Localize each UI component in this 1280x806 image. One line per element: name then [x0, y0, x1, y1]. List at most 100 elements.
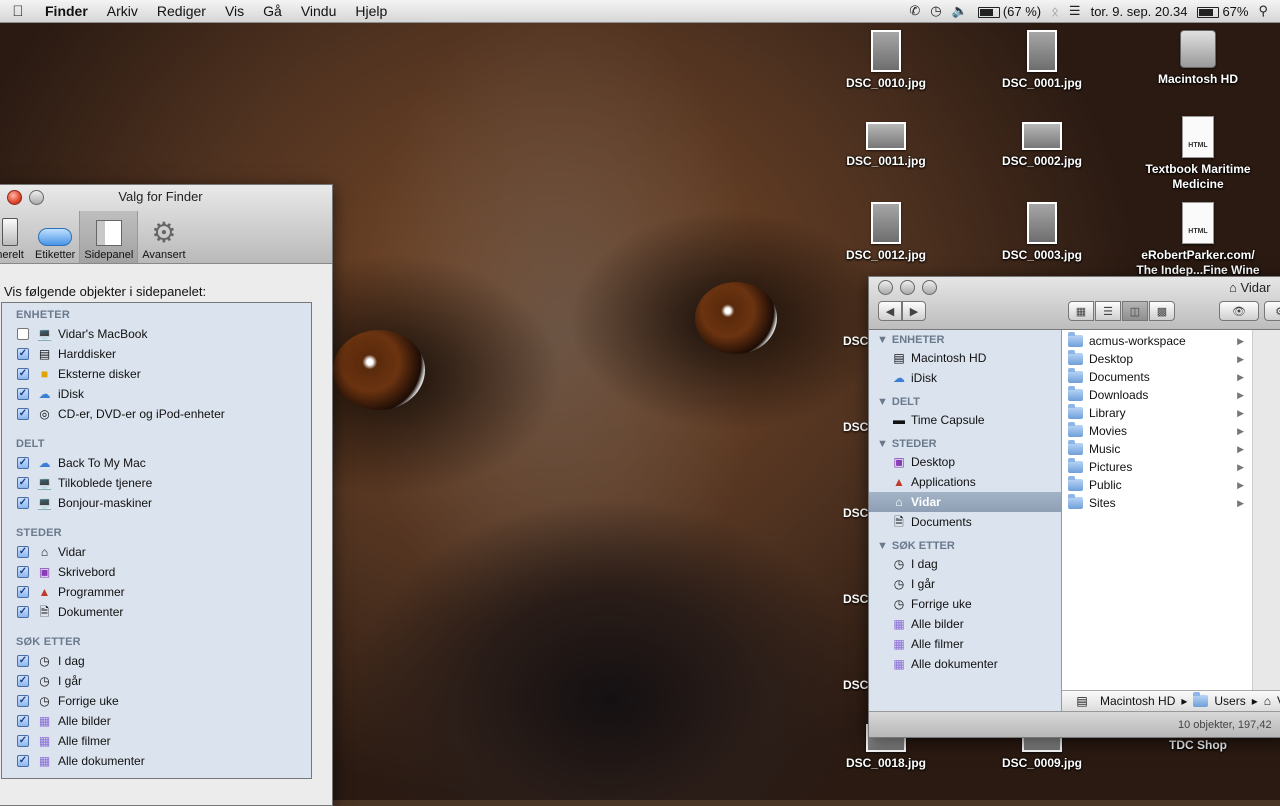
- clock[interactable]: tor. 9. sep. 20.34: [1091, 4, 1188, 19]
- folder-row[interactable]: Public ▶: [1062, 476, 1252, 494]
- sidebar-item-idisk[interactable]: ☁ iDisk: [869, 368, 1061, 388]
- tab-sidebar[interactable]: Sidepanel: [79, 211, 139, 263]
- tab-advanced[interactable]: ⚙ Avansert: [138, 211, 189, 263]
- option-row[interactable]: ✓ ◷ Forrige uke: [2, 691, 311, 711]
- sidebar-section[interactable]: ▼ DELT: [877, 396, 1061, 408]
- checkbox[interactable]: ✓: [17, 457, 29, 469]
- folder-row[interactable]: acmus-workspace ▶: [1062, 332, 1252, 350]
- phone-icon[interactable]: ✆: [909, 3, 920, 19]
- sidebar-item-all-images[interactable]: ▦ Alle bilder: [869, 614, 1061, 634]
- back-button[interactable]: ◀: [878, 301, 902, 321]
- checkbox[interactable]: [17, 328, 29, 340]
- folder-row[interactable]: Pictures ▶: [1062, 458, 1252, 476]
- sidebar-item-desktop[interactable]: ▣ Desktop: [869, 452, 1061, 472]
- folder-row[interactable]: Documents ▶: [1062, 368, 1252, 386]
- folder-row[interactable]: Library ▶: [1062, 404, 1252, 422]
- menu-rediger[interactable]: Rediger: [148, 3, 216, 19]
- folder-row[interactable]: Movies ▶: [1062, 422, 1252, 440]
- menu-vis[interactable]: Vis: [216, 3, 254, 19]
- option-row[interactable]: ✓ 💻 Bonjour-maskiner: [2, 493, 311, 513]
- checkbox[interactable]: ✓: [17, 715, 29, 727]
- sidebar-item-macintosh-hd[interactable]: ▤ Macintosh HD: [869, 348, 1061, 368]
- folder-row[interactable]: Music ▶: [1062, 440, 1252, 458]
- desktop-file[interactable]: DSC_0003.jpg: [987, 202, 1097, 263]
- desktop-file-partial[interactable]: DSC: [843, 592, 868, 606]
- sidebar-item-time-capsule[interactable]: ▬ Time Capsule: [869, 410, 1061, 430]
- option-row[interactable]: 💻 Vidar's MacBook: [2, 324, 311, 344]
- option-row[interactable]: ✓ ☁ iDisk: [2, 384, 311, 404]
- sidebar-item-applications[interactable]: ▲ Applications: [869, 472, 1061, 492]
- option-row[interactable]: ✓ ◎ CD-er, DVD-er og iPod-enheter: [2, 404, 311, 424]
- checkbox[interactable]: ✓: [17, 606, 29, 618]
- folder-row[interactable]: Sites ▶: [1062, 494, 1252, 512]
- wifi-icon[interactable]: ☰: [1069, 3, 1081, 19]
- checkbox[interactable]: ✓: [17, 348, 29, 360]
- option-row[interactable]: ✓ ◷ I går: [2, 671, 311, 691]
- checkbox[interactable]: ✓: [17, 755, 29, 767]
- desktop-file[interactable]: TDC Shop: [1143, 738, 1253, 753]
- option-row[interactable]: ✓ 💻 Tilkoblede tjenere: [2, 473, 311, 493]
- option-row[interactable]: ✓ ◷ I dag: [2, 651, 311, 671]
- checkbox[interactable]: ✓: [17, 477, 29, 489]
- battery-status-2[interactable]: 67%: [1197, 4, 1248, 19]
- path-segment[interactable]: Macintosh HD: [1100, 694, 1175, 708]
- minimize-button[interactable]: [900, 280, 915, 295]
- checkbox[interactable]: ✓: [17, 368, 29, 380]
- checkbox[interactable]: ✓: [17, 675, 29, 687]
- tab-general[interactable]: nerelt: [0, 211, 31, 263]
- desktop-file[interactable]: DSC_0001.jpg: [987, 30, 1097, 91]
- desktop-file-partial[interactable]: DSC: [843, 420, 868, 434]
- volume-icon[interactable]: 🔈: [952, 3, 968, 19]
- sidebar-item-last-week[interactable]: ◷ Forrige uke: [869, 594, 1061, 614]
- desktop-file-partial[interactable]: DSC: [843, 334, 868, 348]
- quick-look-button[interactable]: 👁: [1219, 301, 1259, 321]
- sidebar-item-today[interactable]: ◷ I dag: [869, 554, 1061, 574]
- battery-status[interactable]: (67 %): [977, 4, 1041, 19]
- checkbox[interactable]: ✓: [17, 408, 29, 420]
- desktop-drive[interactable]: Macintosh HD: [1143, 30, 1253, 87]
- list-view-button[interactable]: ☰: [1095, 301, 1121, 321]
- desktop-file-partial[interactable]: DSC: [843, 678, 868, 692]
- sidebar-item-yesterday[interactable]: ◷ I går: [869, 574, 1061, 594]
- folder-row[interactable]: Downloads ▶: [1062, 386, 1252, 404]
- checkbox[interactable]: ✓: [17, 586, 29, 598]
- spotlight-icon[interactable]: ⚲: [1258, 3, 1268, 19]
- path-segment[interactable]: Users: [1214, 694, 1245, 708]
- checkbox[interactable]: ✓: [17, 655, 29, 667]
- option-row[interactable]: ✓ ☁ Back To My Mac: [2, 453, 311, 473]
- desktop-file[interactable]: DSC_0010.jpg: [831, 30, 941, 91]
- desktop-file[interactable]: HTML eRobertParker.com/ The Indep...Fine…: [1135, 202, 1261, 278]
- checkbox[interactable]: ✓: [17, 546, 29, 558]
- checkbox[interactable]: ✓: [17, 497, 29, 509]
- desktop-file[interactable]: DSC_0002.jpg: [987, 122, 1097, 169]
- menu-finder[interactable]: Finder: [36, 3, 98, 19]
- coverflow-view-button[interactable]: ▩: [1149, 301, 1175, 321]
- desktop-file[interactable]: DSC_0012.jpg: [831, 202, 941, 263]
- action-gear-button[interactable]: ⚙: [1264, 301, 1280, 321]
- desktop-file[interactable]: DSC_0011.jpg: [831, 122, 941, 169]
- desktop-file-partial[interactable]: DSC: [843, 506, 868, 520]
- option-row[interactable]: ✓ ▲ Programmer: [2, 582, 311, 602]
- option-row[interactable]: ✓ ▦ Alle filmer: [2, 731, 311, 751]
- zoom-button[interactable]: [922, 280, 937, 295]
- sidebar-section[interactable]: ▼ SØK ETTER: [877, 540, 1061, 552]
- column-view-button[interactable]: ◫: [1122, 301, 1148, 321]
- option-row[interactable]: ✓ ▣ Skrivebord: [2, 562, 311, 582]
- sidebar-section[interactable]: ▼ ENHETER: [877, 334, 1061, 346]
- sidebar-item-vidar[interactable]: ⌂ Vidar: [869, 492, 1061, 512]
- menu-vindu[interactable]: Vindu: [292, 3, 347, 19]
- bluetooth-icon[interactable]: ᛟ: [1051, 4, 1059, 19]
- time-machine-icon[interactable]: ◷: [930, 3, 941, 19]
- menu-ga[interactable]: Gå: [254, 3, 292, 19]
- menu-arkiv[interactable]: Arkiv: [98, 3, 148, 19]
- option-row[interactable]: ✓ ⌂ Vidar: [2, 542, 311, 562]
- sidebar-section[interactable]: ▼ STEDER: [877, 438, 1061, 450]
- checkbox[interactable]: ✓: [17, 695, 29, 707]
- option-row[interactable]: ✓ ■ Eksterne disker: [2, 364, 311, 384]
- option-row[interactable]: ✓ ▤ Harddisker: [2, 344, 311, 364]
- checkbox[interactable]: ✓: [17, 388, 29, 400]
- sidebar-item-all-movies[interactable]: ▦ Alle filmer: [869, 634, 1061, 654]
- tab-labels[interactable]: Etiketter: [31, 211, 79, 263]
- option-row[interactable]: ✓ ▦ Alle dokumenter: [2, 751, 311, 771]
- option-row[interactable]: ✓ ▦ Alle bilder: [2, 711, 311, 731]
